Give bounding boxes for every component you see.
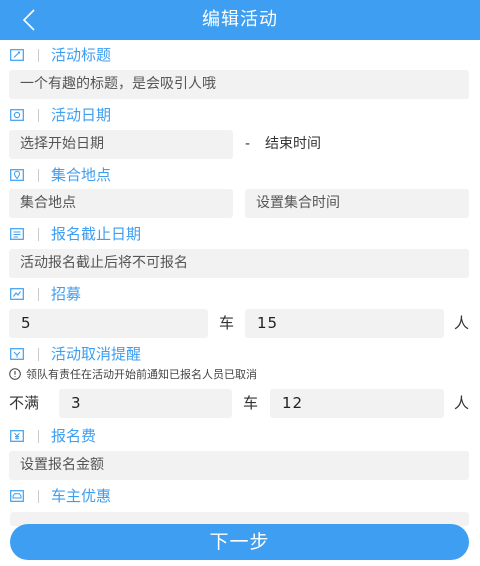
- section-cancel: 活动取消提醒: [0, 339, 480, 369]
- section-label: 集合地点: [51, 166, 112, 184]
- recruit-people-unit: 人: [454, 314, 470, 332]
- meeting-place-input[interactable]: 集合地点: [9, 189, 233, 218]
- date-separator: -: [245, 136, 251, 152]
- edit-icon: [10, 49, 24, 61]
- cancel-notice-text: 领队有责任在活动开始前通知已报名人员已取消: [26, 368, 257, 381]
- section-label: 车主优惠: [51, 487, 112, 505]
- cancel-car-unit: 车: [243, 394, 259, 412]
- recruit-people-input[interactable]: 15: [245, 309, 444, 338]
- section-label: 活动日期: [51, 106, 112, 124]
- section-divider: [38, 49, 39, 62]
- section-title: 活动标题: [0, 40, 480, 70]
- cancel-cars-input[interactable]: 3: [59, 389, 232, 418]
- location-icon: [10, 169, 24, 181]
- top-bar: 编辑活动: [0, 0, 480, 40]
- info-icon: [9, 368, 21, 380]
- section-divider: [38, 169, 39, 182]
- cancel-people-unit: 人: [454, 394, 470, 412]
- section-deadline: 报名截止日期: [0, 219, 480, 249]
- section-label: 招募: [51, 285, 82, 303]
- reminder-icon: [10, 348, 24, 360]
- deadline-input[interactable]: 活动报名截止后将不可报名: [9, 249, 469, 278]
- section-divider: [38, 348, 39, 361]
- end-time-input[interactable]: 结束时间: [265, 130, 321, 159]
- page-title: 编辑活动: [202, 9, 278, 30]
- section-label: 报名费: [51, 427, 97, 445]
- deadline-icon: [10, 228, 24, 240]
- calendar-icon: [10, 109, 24, 121]
- section-date: 活动日期: [0, 100, 480, 130]
- cancel-notice: 领队有责任在活动开始前通知已报名人员已取消: [9, 366, 257, 384]
- section-fee: 报名费: [0, 421, 480, 451]
- section-divider: [38, 109, 39, 122]
- section-label: 活动取消提醒: [51, 345, 142, 363]
- section-label: 报名截止日期: [51, 225, 142, 243]
- activity-title-input[interactable]: 一个有趣的标题，是会吸引人哦: [9, 70, 469, 99]
- section-label: 活动标题: [51, 46, 112, 64]
- section-divider: [38, 430, 39, 443]
- section-divider: [38, 228, 39, 241]
- section-divider: [38, 490, 39, 503]
- recruit-cars-input[interactable]: 5: [9, 309, 208, 338]
- cancel-prefix: 不满: [9, 394, 40, 412]
- section-divider: [38, 288, 39, 301]
- next-step-button[interactable]: 下一步: [10, 524, 469, 560]
- section-recruit: 招募: [0, 279, 480, 309]
- car-icon: [10, 490, 24, 502]
- fee-icon: [10, 430, 24, 442]
- cancel-people-input[interactable]: 12: [270, 389, 444, 418]
- recruit-icon: [10, 288, 24, 300]
- section-meet: 集合地点: [0, 160, 480, 190]
- fee-input[interactable]: 设置报名金额: [9, 451, 469, 480]
- recruit-car-unit: 车: [219, 314, 235, 332]
- meeting-time-input[interactable]: 设置集合时间: [245, 189, 469, 218]
- start-date-input[interactable]: 选择开始日期: [9, 130, 233, 159]
- section-owner-discount: 车主优惠: [0, 481, 480, 511]
